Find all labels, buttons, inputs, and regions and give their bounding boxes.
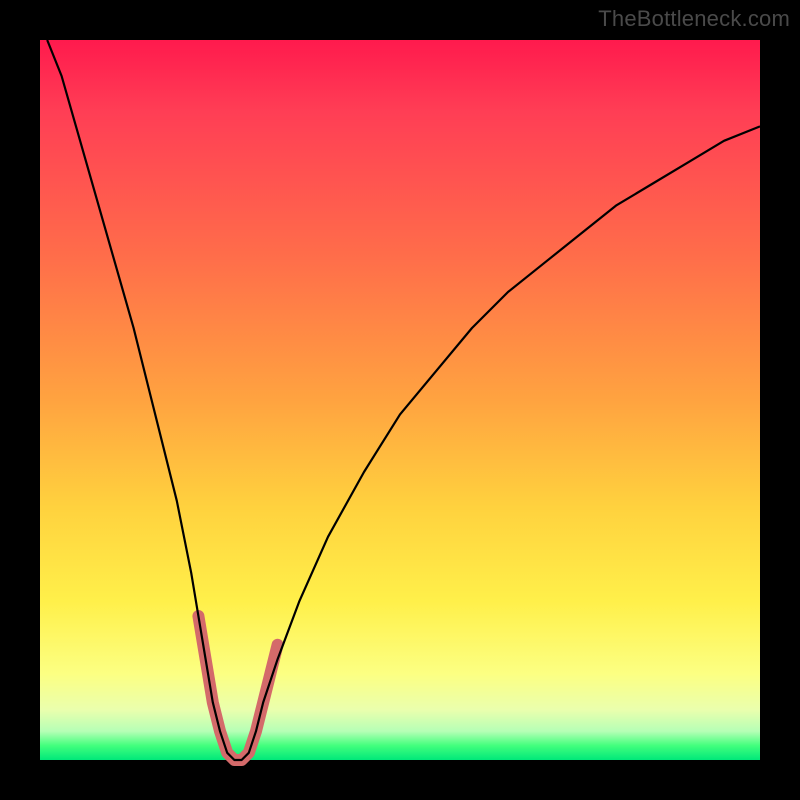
chart-main-curve [47,40,760,760]
watermark-text: TheBottleneck.com [598,6,790,32]
chart-svg [40,40,760,760]
chart-frame: TheBottleneck.com [0,0,800,800]
